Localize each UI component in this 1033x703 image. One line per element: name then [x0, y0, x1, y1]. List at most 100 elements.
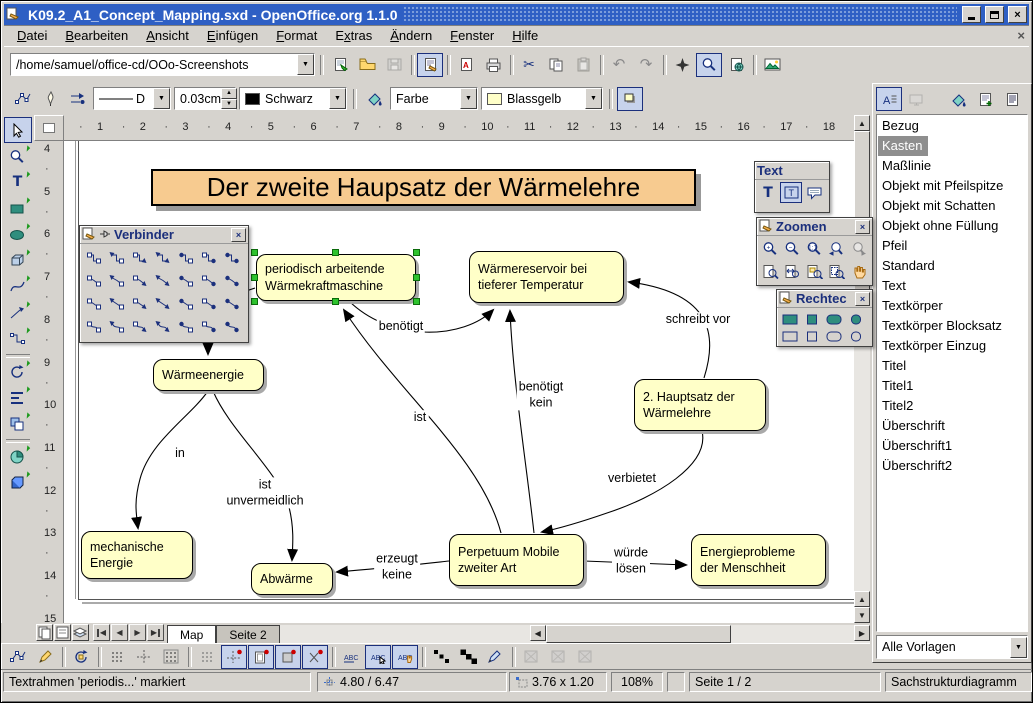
maximize-button[interactable]: [985, 6, 1004, 23]
connector-icon[interactable]: [82, 315, 105, 338]
page-tab-map[interactable]: Map: [167, 625, 216, 643]
map-title-box[interactable]: Der zweite Haupsatz der Wärmelehre: [151, 169, 696, 206]
connector-icon[interactable]: [220, 269, 243, 292]
cut-button[interactable]: ✂: [516, 53, 542, 77]
node-perpetuum[interactable]: Perpetuum Mobile zweiter Art: [449, 534, 584, 586]
edge-label[interactable]: erzeugt keine: [374, 551, 420, 582]
rectangle-icon[interactable]: [779, 327, 801, 344]
select-text-area-button[interactable]: ABC: [365, 645, 391, 669]
node-hauptsatz[interactable]: 2. Hauptsatz der Wärmelehre: [634, 379, 766, 431]
paragraph-styles-button[interactable]: A: [876, 87, 902, 111]
selection-handle[interactable]: [251, 249, 258, 256]
connector-icon[interactable]: [220, 292, 243, 315]
bucket-button[interactable]: [361, 87, 387, 111]
style-item--berschrift2[interactable]: Überschrift2: [878, 456, 1026, 476]
gallery-button[interactable]: [759, 53, 785, 77]
paste-button[interactable]: [570, 53, 596, 77]
large-handles-button[interactable]: [455, 645, 481, 669]
selection-handle[interactable]: [413, 249, 420, 256]
snap-to-object-points-button[interactable]: [302, 645, 328, 669]
zoom-out-button[interactable]: −: [781, 238, 803, 259]
edge-label[interactable]: würde lösen: [612, 545, 650, 576]
page-tab-seite-2[interactable]: Seite 2: [216, 625, 279, 643]
edit-points-mode-button[interactable]: [5, 645, 31, 669]
spin-down-icon[interactable]: ▼: [221, 99, 237, 110]
fill-format-mode-button[interactable]: [945, 87, 971, 111]
status-zoom[interactable]: 108%: [611, 672, 663, 692]
layer-view-button[interactable]: [72, 624, 89, 641]
selection-handle[interactable]: [251, 274, 258, 281]
selection-handle[interactable]: [332, 249, 339, 256]
curve-tool-button[interactable]: [4, 273, 32, 299]
menu-ansicht[interactable]: Ansicht: [137, 25, 198, 46]
connector-icon[interactable]: [197, 315, 220, 338]
menu-datei[interactable]: Datei: [8, 25, 56, 46]
menu-extras[interactable]: Extras: [326, 25, 381, 46]
drawing-canvas[interactable]: Der zweite Haupsatz der Wärmelehre perio…: [64, 141, 854, 623]
nav-prev-button[interactable]: ◀: [111, 624, 128, 641]
connector-icon[interactable]: [174, 315, 197, 338]
fill-type-combobox[interactable]: Farbe ▼: [390, 87, 478, 110]
save-document-button[interactable]: [381, 53, 407, 77]
edge-label[interactable]: schreibt vor: [664, 312, 733, 328]
rectangles-close-icon[interactable]: ×: [855, 292, 870, 306]
zoom-100-button[interactable]: 1:1: [803, 238, 825, 259]
rounded-square-icon[interactable]: [845, 327, 867, 344]
arrange-tool-button[interactable]: [4, 410, 32, 436]
menu-fenster[interactable]: Fenster: [441, 25, 503, 46]
style-item-kasten[interactable]: Kasten: [878, 136, 928, 156]
new-document-button[interactable]: [327, 53, 353, 77]
insert-tool-button[interactable]: [4, 443, 32, 469]
hyperlink-button[interactable]: [723, 53, 749, 77]
fill-color-dropdown-icon[interactable]: ▼: [585, 88, 602, 109]
style-item--berschrift[interactable]: Überschrift: [878, 416, 1026, 436]
shadow-toggle-button[interactable]: [617, 87, 643, 111]
text-tool-button[interactable]: T: [4, 169, 32, 195]
style-item-objekt-mit-pfeilspitze[interactable]: Objekt mit Pfeilspitze: [878, 176, 1026, 196]
filled-rounded-square-icon[interactable]: [845, 310, 867, 327]
style-filter-dropdown-icon[interactable]: ▼: [1010, 637, 1027, 658]
connector-icon[interactable]: [128, 292, 151, 315]
nav-last-button[interactable]: ▶: [147, 624, 164, 641]
connector-icon[interactable]: [128, 269, 151, 292]
print-button[interactable]: [480, 53, 506, 77]
exit-group-button[interactable]: [572, 645, 598, 669]
connector-icon[interactable]: [105, 269, 128, 292]
rotation-mode-button[interactable]: [68, 645, 94, 669]
edge-label[interactable]: verbietet: [606, 471, 658, 487]
connector-icon[interactable]: [128, 246, 151, 269]
horizontal-ruler[interactable]: 1·2·3·4·5·6·7·8·9·10·11·12·13·14·15·16·1…: [64, 115, 854, 141]
style-item-textk-rper-blocksatz[interactable]: Textkörper Blocksatz: [878, 316, 1026, 336]
rotate-tool-button[interactable]: [4, 358, 32, 384]
snap-lines-visible-button[interactable]: [194, 645, 220, 669]
close-document-icon[interactable]: ×: [1017, 28, 1025, 43]
status-page[interactable]: Seite 1 / 2: [689, 672, 881, 692]
line-dialog-button[interactable]: [37, 87, 63, 111]
node-energieprobleme[interactable]: Energieprobleme der Menschheit: [691, 534, 826, 586]
edge-label[interactable]: ist: [412, 410, 429, 426]
simple-handles-button[interactable]: [428, 645, 454, 669]
selection-handle[interactable]: [413, 298, 420, 305]
callouts-button[interactable]: [803, 182, 825, 203]
connector-icon[interactable]: [197, 246, 220, 269]
grid-to-front-button[interactable]: [158, 645, 184, 669]
text-palette-titlebar[interactable]: Text: [755, 162, 829, 180]
presentation-styles-button[interactable]: [903, 87, 929, 111]
connector-icon[interactable]: [197, 269, 220, 292]
zoom-next-button[interactable]: [847, 238, 869, 259]
style-item-titel1[interactable]: Titel1: [878, 376, 1026, 396]
ruler-origin[interactable]: [34, 115, 64, 141]
zoom-page-button[interactable]: [759, 261, 781, 282]
style-item-standard[interactable]: Standard: [878, 256, 1026, 276]
alignment-tool-button[interactable]: [4, 384, 32, 410]
connector-icon[interactable]: [174, 246, 197, 269]
url-dropdown-icon[interactable]: ▼: [297, 54, 314, 75]
spin-up-icon[interactable]: ▲: [221, 88, 237, 99]
edge-label[interactable]: in: [173, 446, 187, 462]
navigator-button[interactable]: [669, 53, 695, 77]
connector-tool-button[interactable]: [4, 325, 32, 351]
style-item--berschrift1[interactable]: Überschrift1: [878, 436, 1026, 456]
connector-icon[interactable]: [105, 292, 128, 315]
select-button[interactable]: [4, 117, 32, 143]
zoom-close-icon[interactable]: ×: [855, 220, 870, 234]
